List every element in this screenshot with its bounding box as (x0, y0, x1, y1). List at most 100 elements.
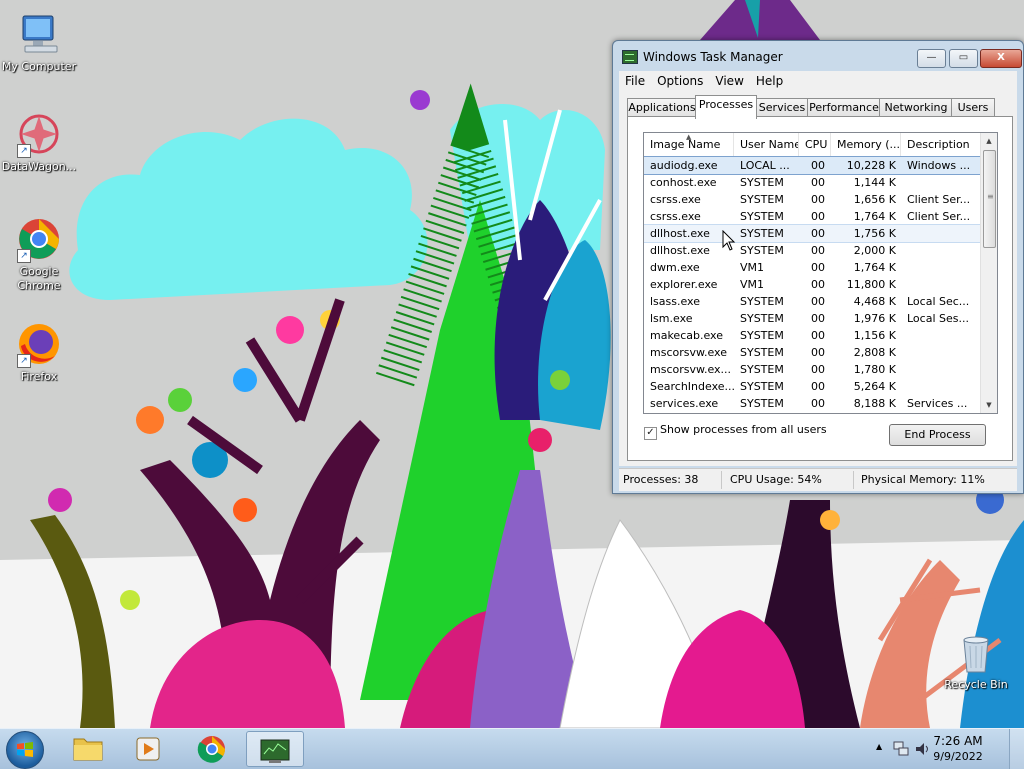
start-button[interactable] (6, 731, 44, 769)
windows-logo-icon (17, 742, 33, 757)
memory-cell: 1,156 K (853, 329, 896, 342)
process-name-cell: explorer.exe (650, 278, 718, 291)
show-desktop-button[interactable] (1009, 729, 1024, 769)
end-process-button[interactable]: End Process (889, 424, 986, 446)
maximize-button[interactable]: ▭ (949, 49, 978, 68)
desktop-icon-datawagon[interactable]: ↗ DataWagon... (1, 110, 77, 174)
cpu-cell: 00 (811, 210, 825, 223)
desktop-icon-firefox[interactable]: ↗ Firefox (1, 320, 77, 384)
scroll-thumb[interactable]: ≡ (983, 150, 996, 248)
status-cpu-usage: CPU Usage: 54% (730, 473, 822, 486)
tab-performance[interactable]: Performance (807, 98, 881, 118)
table-row[interactable]: makecab.exe SYSTEM 00 1,156 K (644, 327, 981, 344)
process-list[interactable]: ▲ Image Name User Name CPU Memory (... D… (643, 132, 998, 414)
table-row[interactable]: lsm.exe SYSTEM 00 1,976 K Local Ses... (644, 310, 981, 327)
taskbar-chrome-button[interactable] (184, 731, 240, 767)
table-row[interactable]: conhost.exe SYSTEM 00 1,144 K (644, 174, 981, 191)
cpu-cell: 00 (811, 261, 825, 274)
cpu-cell: 00 (811, 244, 825, 257)
table-row[interactable]: lsass.exe SYSTEM 00 4,468 K Local Sec... (644, 293, 981, 310)
menu-view[interactable]: View (709, 71, 749, 91)
shortcut-arrow-icon: ↗ (17, 249, 31, 263)
task-manager-window[interactable]: Windows Task Manager — ▭ X File Options Vi… (612, 40, 1024, 494)
taskbar-task-manager-button[interactable] (246, 731, 304, 767)
cpu-cell: 00 (811, 380, 825, 393)
description-cell (907, 361, 981, 378)
scroll-down-button[interactable]: ▼ (981, 397, 997, 413)
process-name-cell: csrss.exe (650, 210, 701, 223)
tab-networking[interactable]: Networking (879, 98, 953, 118)
checkbox-check-icon[interactable]: ✓ (644, 427, 657, 440)
tab-processes[interactable]: Processes (695, 95, 757, 119)
table-row[interactable]: dwm.exe VM1 00 1,764 K (644, 259, 981, 276)
show-hidden-icons-button[interactable]: ▲ (876, 742, 882, 751)
cpu-cell: 00 (811, 312, 825, 325)
close-button[interactable]: X (980, 49, 1022, 68)
user-name-cell: SYSTEM (740, 193, 784, 206)
desktop-icon-recycle-bin[interactable]: Recycle Bin (938, 628, 1014, 692)
menu-file[interactable]: File (619, 71, 651, 91)
table-row[interactable]: csrss.exe SYSTEM 00 1,764 K Client Ser... (644, 208, 981, 225)
table-row[interactable]: explorer.exe VM1 00 11,800 K (644, 276, 981, 293)
system-tray: ▲ 7:26 AM 9/9/2022 (864, 729, 1024, 769)
cpu-cell: 00 (811, 176, 825, 189)
column-memory[interactable]: Memory (... (831, 133, 901, 156)
description-cell (907, 225, 981, 242)
processes-panel: ▲ Image Name User Name CPU Memory (... D… (627, 116, 1013, 461)
process-name-cell: mscorsvw.exe (650, 346, 727, 359)
table-row[interactable]: dllhost.exe SYSTEM 00 2,000 K (644, 242, 981, 259)
column-image-name[interactable]: ▲ Image Name (644, 133, 734, 156)
table-row[interactable]: SearchIndexe... SYSTEM 00 5,264 K (644, 378, 981, 395)
task-manager-icon (622, 50, 638, 64)
column-description[interactable]: Description (901, 133, 981, 156)
column-cpu[interactable]: CPU (799, 133, 831, 156)
title-bar[interactable]: Windows Task Manager — ▭ X (613, 41, 1023, 71)
table-row[interactable]: dllhost.exe SYSTEM 00 1,756 K (644, 224, 982, 243)
list-header: ▲ Image Name User Name CPU Memory (... D… (644, 133, 981, 157)
vertical-scrollbar[interactable]: ▲ ≡ ▼ (980, 133, 997, 413)
table-row[interactable]: services.exe SYSTEM 00 8,188 K Services ... (644, 395, 981, 412)
description-cell (907, 174, 981, 191)
table-row[interactable]: mscorsvw.exe SYSTEM 00 2,808 K (644, 344, 981, 361)
menu-help[interactable]: Help (750, 71, 789, 91)
table-row[interactable]: mscorsvw.ex... SYSTEM 00 1,780 K (644, 361, 981, 378)
process-name-cell: conhost.exe (650, 176, 717, 189)
desktop-icon-google-chrome[interactable]: ↗ Google Chrome (1, 215, 77, 293)
tab-users[interactable]: Users (951, 98, 995, 118)
process-name-cell: SearchIndexe... (650, 380, 735, 393)
scroll-up-button[interactable]: ▲ (981, 133, 997, 149)
taskbar-media-player-button[interactable] (120, 731, 176, 767)
column-user-name[interactable]: User Name (734, 133, 799, 156)
memory-cell: 1,756 K (853, 227, 896, 240)
desktop-icon-my-computer[interactable]: My Computer (1, 10, 77, 74)
cpu-cell: 00 (811, 159, 825, 172)
memory-cell: 2,808 K (853, 346, 896, 359)
memory-cell: 2,000 K (853, 244, 896, 257)
desktop-icon-label: Recycle Bin (944, 678, 1008, 691)
memory-cell: 1,764 K (853, 261, 896, 274)
minimize-button[interactable]: — (917, 49, 946, 68)
status-bar: Processes: 38 CPU Usage: 54% Physical Me… (619, 468, 1017, 491)
taskbar-explorer-button[interactable] (60, 731, 116, 767)
clock-time[interactable]: 7:26 AM (928, 734, 988, 748)
tab-services[interactable]: Services (755, 98, 809, 118)
network-icon[interactable] (892, 740, 910, 758)
show-all-users-checkbox[interactable]: ✓ Show processes from all users (644, 423, 827, 440)
process-name-cell: lsm.exe (650, 312, 693, 325)
shortcut-arrow-icon: ↗ (17, 354, 31, 368)
table-row[interactable]: csrss.exe SYSTEM 00 1,656 K Client Ser... (644, 191, 981, 208)
clock-date[interactable]: 9/9/2022 (928, 750, 988, 763)
user-name-cell: LOCAL ... (740, 159, 790, 172)
mouse-cursor-icon (722, 230, 736, 251)
status-divider (853, 471, 854, 489)
checkbox-label: Show processes from all users (660, 423, 827, 436)
menu-options[interactable]: Options (651, 71, 709, 91)
table-row[interactable]: audiodg.exe LOCAL ... 00 10,228 K Windows ..… (644, 156, 982, 175)
desktop-icon-label: Google Chrome (17, 265, 61, 292)
computer-icon (15, 10, 63, 58)
memory-cell: 4,468 K (853, 295, 896, 308)
description-cell (907, 276, 981, 293)
folder-icon (73, 738, 103, 761)
process-rows: audiodg.exe LOCAL ... 00 10,228 K Windows ..… (644, 156, 982, 412)
tab-applications[interactable]: Applications (627, 98, 697, 118)
